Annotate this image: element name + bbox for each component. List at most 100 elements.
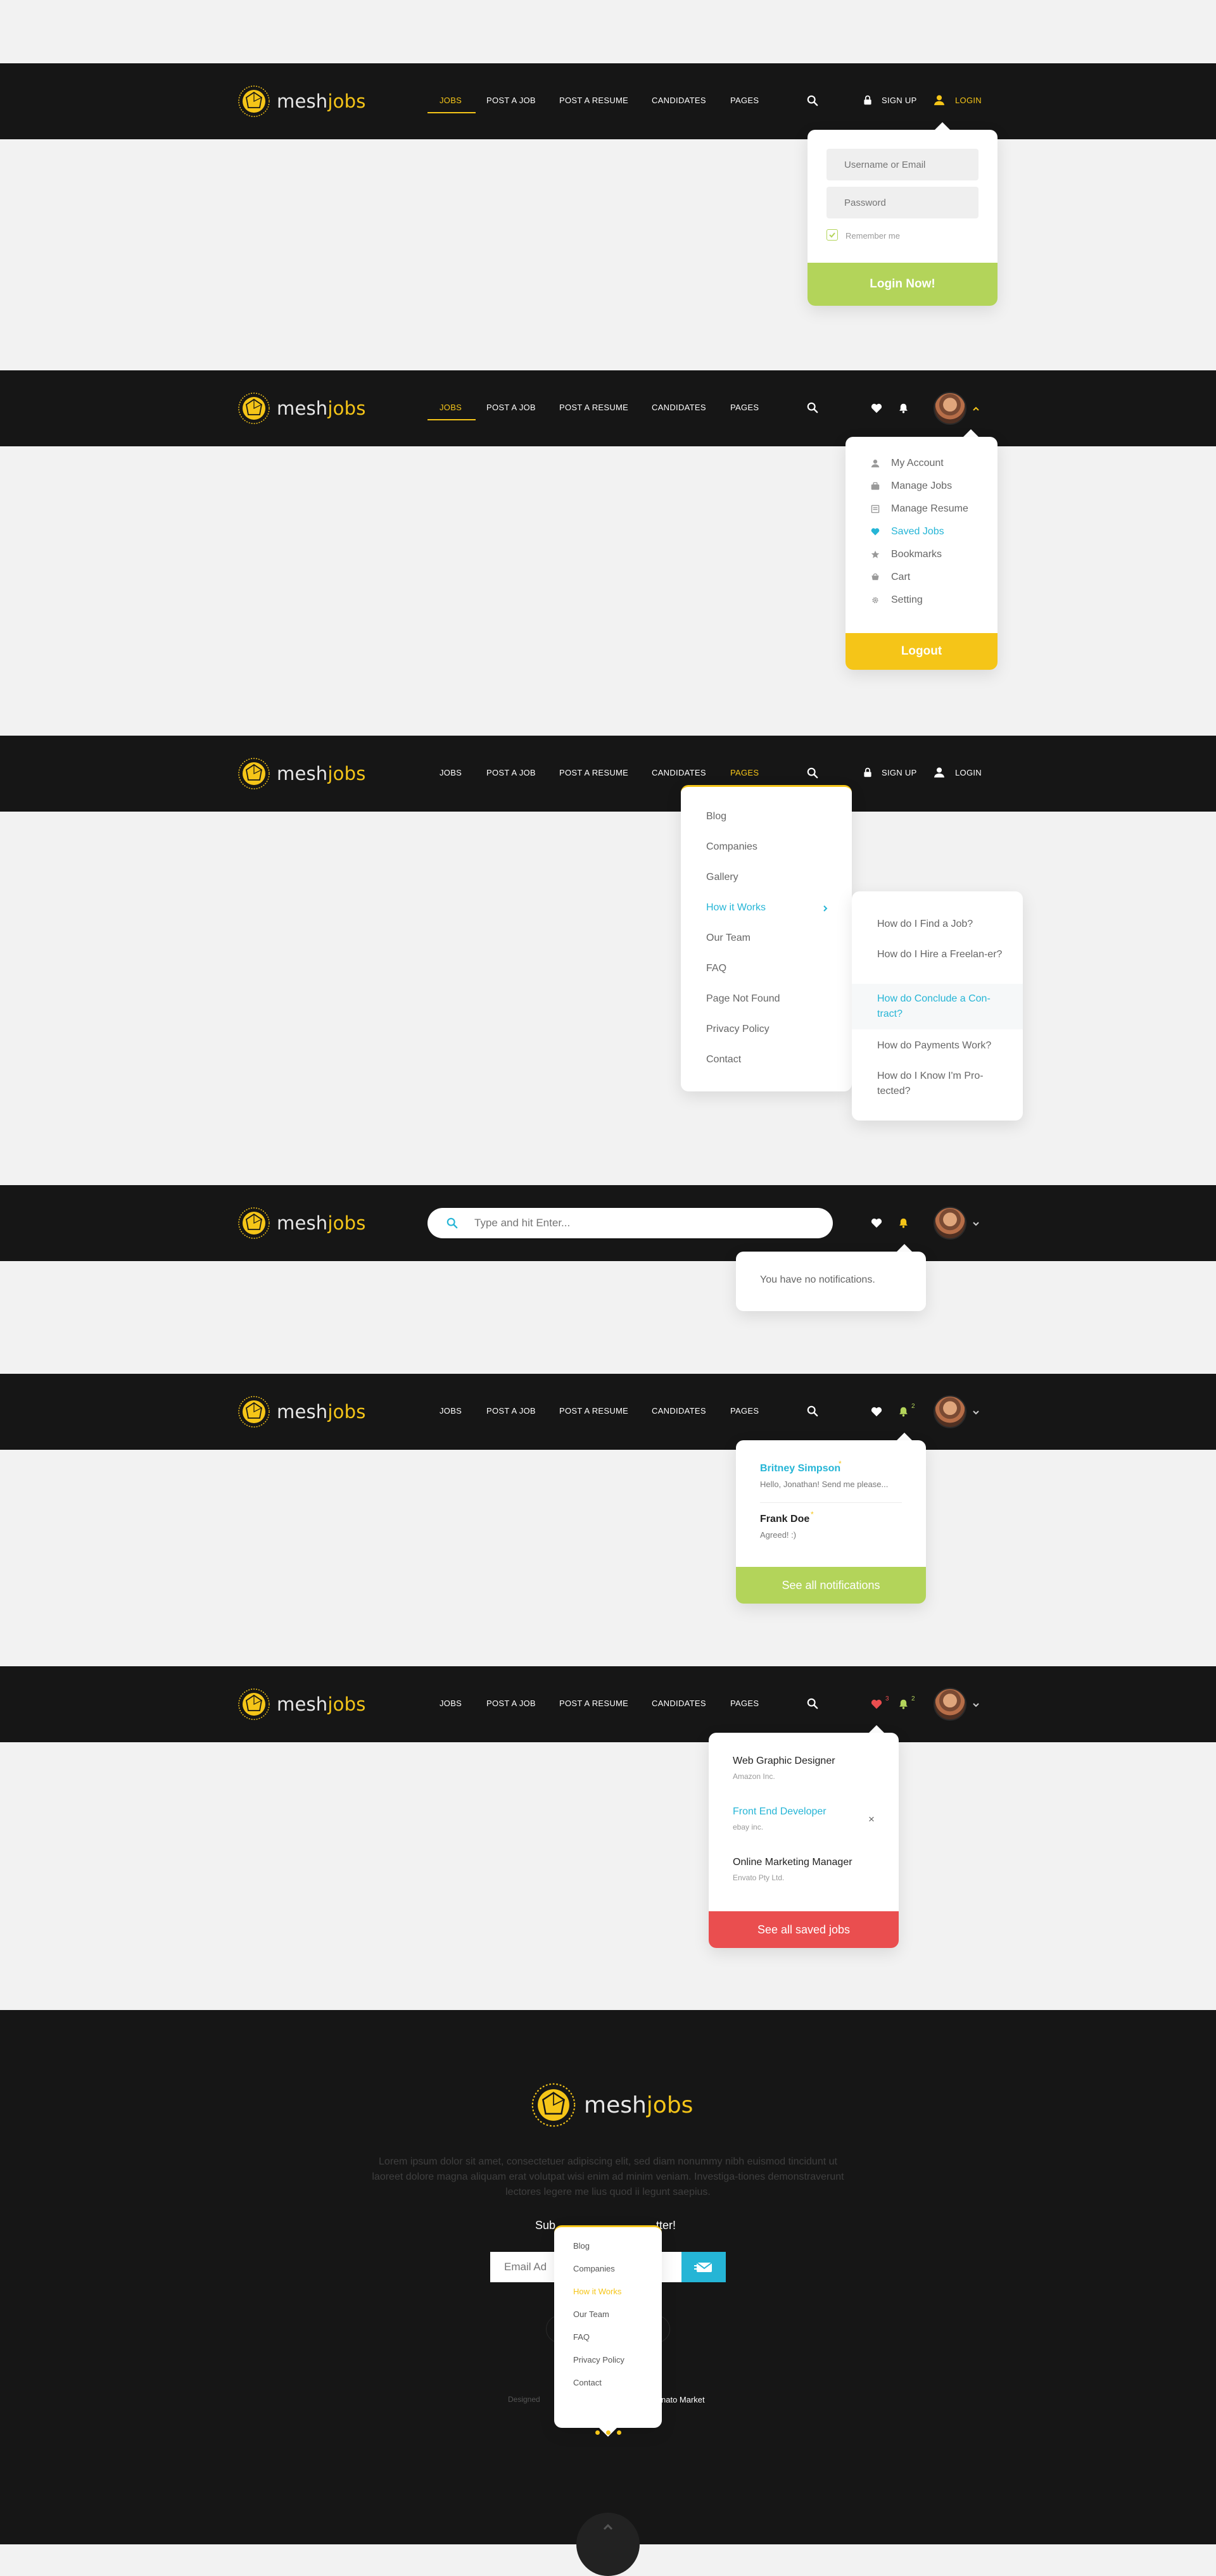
- submenu-protected[interactable]: How do I Know I'm Pro-tected?: [877, 1069, 1004, 1099]
- footer-menu-faq[interactable]: FAQ: [573, 2332, 590, 2342]
- bell-icon[interactable]: [898, 1698, 909, 1710]
- submenu-hire-freelancer[interactable]: How do I Hire a Freelan-er?: [877, 947, 1004, 962]
- menu-manage-resume[interactable]: Manage Resume: [871, 503, 968, 515]
- heart-icon[interactable]: [871, 1406, 882, 1417]
- menu-manage-jobs[interactable]: Manage Jobs: [871, 481, 952, 492]
- login-link[interactable]: LOGIN: [955, 96, 982, 105]
- menu-saved-jobs[interactable]: Saved Jobs: [871, 526, 944, 537]
- pages-item-gallery[interactable]: Gallery: [706, 872, 738, 883]
- chevron-up-icon[interactable]: [972, 405, 980, 413]
- submenu-payments[interactable]: How do Payments Work?: [877, 1038, 1004, 1053]
- brand-logo[interactable]: meshjobs: [238, 1394, 366, 1429]
- pages-item-how-it-works[interactable]: How it Works: [706, 902, 766, 914]
- nav-post-resume[interactable]: POST A RESUME: [559, 1406, 628, 1416]
- remember-checkbox[interactable]: [826, 229, 838, 241]
- nav-jobs[interactable]: JOBS: [440, 1699, 462, 1708]
- logout-button[interactable]: Logout: [846, 633, 998, 670]
- nav-post-job[interactable]: POST A JOB: [486, 768, 536, 777]
- footer-menu-privacy[interactable]: Privacy Policy: [573, 2355, 624, 2365]
- pages-item-companies[interactable]: Companies: [706, 841, 757, 853]
- nav-post-job[interactable]: POST A JOB: [486, 403, 536, 412]
- search-icon[interactable]: [807, 1698, 818, 1709]
- saved-job-title[interactable]: Web Graphic Designer: [733, 1756, 835, 1767]
- see-all-saved-jobs-button[interactable]: See all saved jobs: [709, 1911, 899, 1948]
- brand-logo[interactable]: meshjobs: [238, 84, 366, 119]
- more-dots-icon[interactable]: [595, 2430, 621, 2435]
- bell-icon[interactable]: [898, 1217, 909, 1229]
- saved-job-title[interactable]: Online Marketing Manager: [733, 1857, 852, 1868]
- nav-candidates[interactable]: CANDIDATES: [652, 1699, 706, 1708]
- user-avatar[interactable]: [934, 1688, 966, 1721]
- nav-candidates[interactable]: CANDIDATES: [652, 96, 706, 105]
- heart-icon[interactable]: [871, 1217, 882, 1229]
- footer-menu-companies[interactable]: Companies: [573, 2264, 615, 2273]
- nav-candidates[interactable]: CANDIDATES: [652, 768, 706, 777]
- nav-post-job[interactable]: POST A JOB: [486, 1699, 536, 1708]
- bell-icon[interactable]: [898, 1405, 909, 1417]
- saved-job-title[interactable]: Front End Developer: [733, 1806, 826, 1818]
- brand-logo[interactable]: meshjobs: [238, 1687, 366, 1722]
- search-icon[interactable]: [807, 1405, 818, 1417]
- user-avatar[interactable]: [934, 1395, 966, 1428]
- pages-item-privacy[interactable]: Privacy Policy: [706, 1024, 770, 1035]
- menu-setting[interactable]: Setting: [871, 594, 923, 606]
- nav-candidates[interactable]: CANDIDATES: [652, 403, 706, 412]
- password-field[interactable]: [826, 187, 978, 218]
- nav-pages[interactable]: PAGES: [730, 1699, 759, 1708]
- login-link[interactable]: LOGIN: [955, 768, 982, 777]
- signup-link[interactable]: SIGN UP: [882, 96, 917, 105]
- pages-item-faq[interactable]: FAQ: [706, 963, 726, 974]
- brand-logo[interactable]: meshjobs: [238, 756, 366, 791]
- heart-icon[interactable]: [871, 1699, 882, 1710]
- footer-menu-blog[interactable]: Blog: [573, 2241, 590, 2251]
- nav-pages[interactable]: PAGES: [730, 1406, 759, 1416]
- pages-item-contact[interactable]: Contact: [706, 1054, 741, 1065]
- nav-jobs[interactable]: JOBS: [440, 1406, 462, 1416]
- search-icon[interactable]: [807, 402, 818, 413]
- user-avatar[interactable]: [934, 392, 966, 425]
- signup-link[interactable]: SIGN UP: [882, 768, 917, 777]
- nav-pages[interactable]: PAGES: [730, 768, 759, 777]
- search-input[interactable]: [474, 1214, 804, 1232]
- submenu-find-job[interactable]: How do I Find a Job?: [877, 917, 1004, 932]
- footer-menu-contact[interactable]: Contact: [573, 2378, 602, 2387]
- search-icon[interactable]: [807, 95, 818, 106]
- nav-pages[interactable]: PAGES: [730, 96, 759, 105]
- chevron-down-icon[interactable]: [972, 1701, 980, 1709]
- subscribe-button[interactable]: [681, 2252, 726, 2282]
- nav-jobs[interactable]: JOBS: [440, 768, 462, 777]
- nav-candidates[interactable]: CANDIDATES: [652, 1406, 706, 1416]
- brand-logo[interactable]: meshjobs: [238, 1205, 366, 1241]
- chevron-down-icon[interactable]: [972, 1409, 980, 1416]
- menu-my-account[interactable]: My Account: [871, 458, 944, 469]
- pages-item-not-found[interactable]: Page Not Found: [706, 993, 780, 1005]
- nav-jobs[interactable]: JOBS: [440, 96, 462, 105]
- bell-icon[interactable]: [898, 402, 909, 414]
- nav-post-resume[interactable]: POST A RESUME: [559, 403, 628, 412]
- nav-pages[interactable]: PAGES: [730, 403, 759, 412]
- market-link[interactable]: nato Market: [661, 2395, 705, 2404]
- remove-saved-job-icon[interactable]: ×: [868, 1813, 875, 1826]
- menu-cart[interactable]: Cart: [871, 572, 910, 583]
- nav-post-resume[interactable]: POST A RESUME: [559, 96, 628, 105]
- nav-post-resume[interactable]: POST A RESUME: [559, 1699, 628, 1708]
- nav-jobs[interactable]: JOBS: [440, 403, 462, 412]
- search-icon[interactable]: [807, 767, 818, 779]
- chevron-down-icon[interactable]: [972, 1220, 980, 1228]
- heart-icon[interactable]: [871, 403, 882, 414]
- submenu-conclude-contract[interactable]: How do Conclude a Con-tract?: [877, 991, 1004, 1022]
- username-field[interactable]: [826, 149, 978, 180]
- pages-item-blog[interactable]: Blog: [706, 811, 726, 822]
- pages-item-our-team[interactable]: Our Team: [706, 933, 750, 944]
- back-to-top-button[interactable]: [576, 2513, 640, 2576]
- search-bar[interactable]: [428, 1208, 833, 1238]
- user-avatar[interactable]: [934, 1207, 966, 1240]
- menu-bookmarks[interactable]: Bookmarks: [871, 549, 942, 560]
- footer-menu-our-team[interactable]: Our Team: [573, 2309, 609, 2319]
- login-now-button[interactable]: Login Now!: [808, 263, 998, 306]
- nav-post-job[interactable]: POST A JOB: [486, 1406, 536, 1416]
- footer-logo[interactable]: meshjobs: [531, 2082, 693, 2128]
- notification-sender[interactable]: Britney Simpson: [760, 1463, 840, 1474]
- nav-post-job[interactable]: POST A JOB: [486, 96, 536, 105]
- see-all-notifications-button[interactable]: See all notifications: [736, 1567, 926, 1604]
